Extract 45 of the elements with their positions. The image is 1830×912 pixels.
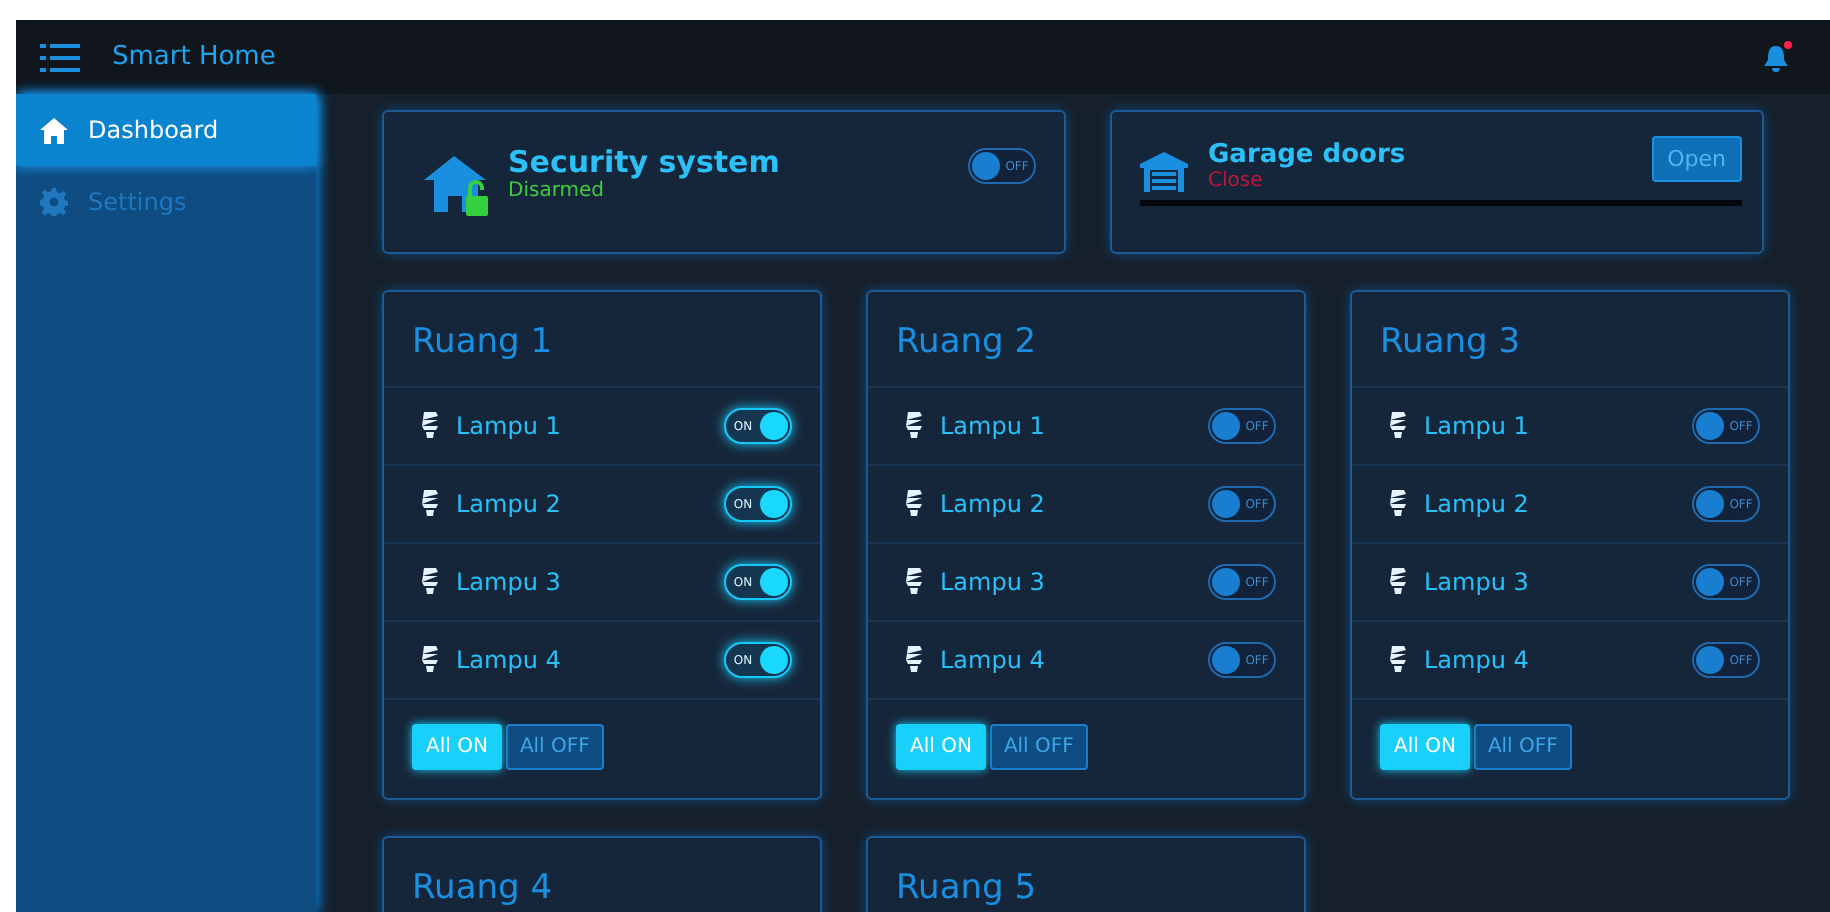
- light-bulb-icon: [904, 568, 924, 596]
- garage-title: Garage doors: [1208, 140, 1406, 170]
- light-bulb-icon: [420, 490, 440, 518]
- light-bulb-icon: [1388, 568, 1408, 596]
- settings-icon: [40, 188, 68, 216]
- lamp-label: Lampu 3: [940, 568, 1045, 596]
- light-bulb-icon: [420, 646, 440, 674]
- room-all-button[interactable]: All OFF: [1473, 724, 1572, 770]
- room-all-button[interactable]: All OFF: [989, 724, 1088, 770]
- lamp-label: Lampu 1: [1424, 412, 1529, 440]
- garage-icon: [1140, 152, 1188, 192]
- room-title: Ruang 2: [894, 320, 1039, 366]
- lamp-label: Lampu 2: [456, 490, 561, 518]
- house-lock-icon: [424, 152, 492, 220]
- lamp-label: Lampu 3: [456, 568, 561, 596]
- light-bulb-icon: [904, 646, 924, 674]
- light-bulb-icon: [420, 568, 440, 596]
- app-title: Smart Home: [112, 42, 276, 72]
- garage-status: Close: [1208, 170, 1265, 192]
- light-bulb-icon: [1388, 490, 1408, 518]
- menu-icon[interactable]: [40, 43, 80, 71]
- lamp-label: Lampu 4: [456, 646, 561, 674]
- room-title: Ruang 5: [894, 866, 1039, 912]
- security-status: Disarmed: [508, 180, 606, 202]
- notification-bell-icon[interactable]: [1762, 39, 1794, 75]
- lamp-label: Lampu 3: [1424, 568, 1529, 596]
- room-title: Ruang 3: [1378, 320, 1523, 366]
- open-button[interactable]: Open: [1651, 136, 1742, 182]
- room-title: Ruang 4: [410, 866, 555, 912]
- sidebar-item[interactable]: Dashboard: [16, 94, 316, 166]
- security-title: Security system: [508, 144, 780, 180]
- light-bulb-icon: [1388, 412, 1408, 440]
- room-title: Ruang 1: [410, 320, 555, 366]
- light-bulb-icon: [904, 412, 924, 440]
- light-bulb-icon: [1388, 646, 1408, 674]
- light-bulb-icon: [904, 490, 924, 518]
- lamp-label: Lampu 1: [456, 412, 561, 440]
- lamp-label: Lampu 4: [940, 646, 1045, 674]
- lamp-label: Lampu 4: [1424, 646, 1529, 674]
- room-all-button[interactable]: All OFF: [505, 724, 604, 770]
- lamp-label: Lampu 1: [940, 412, 1045, 440]
- lamp-label: Lampu 2: [940, 490, 1045, 518]
- lamp-label: Lampu 2: [1424, 490, 1529, 518]
- home-icon: [40, 117, 68, 143]
- light-bulb-icon: [420, 412, 440, 440]
